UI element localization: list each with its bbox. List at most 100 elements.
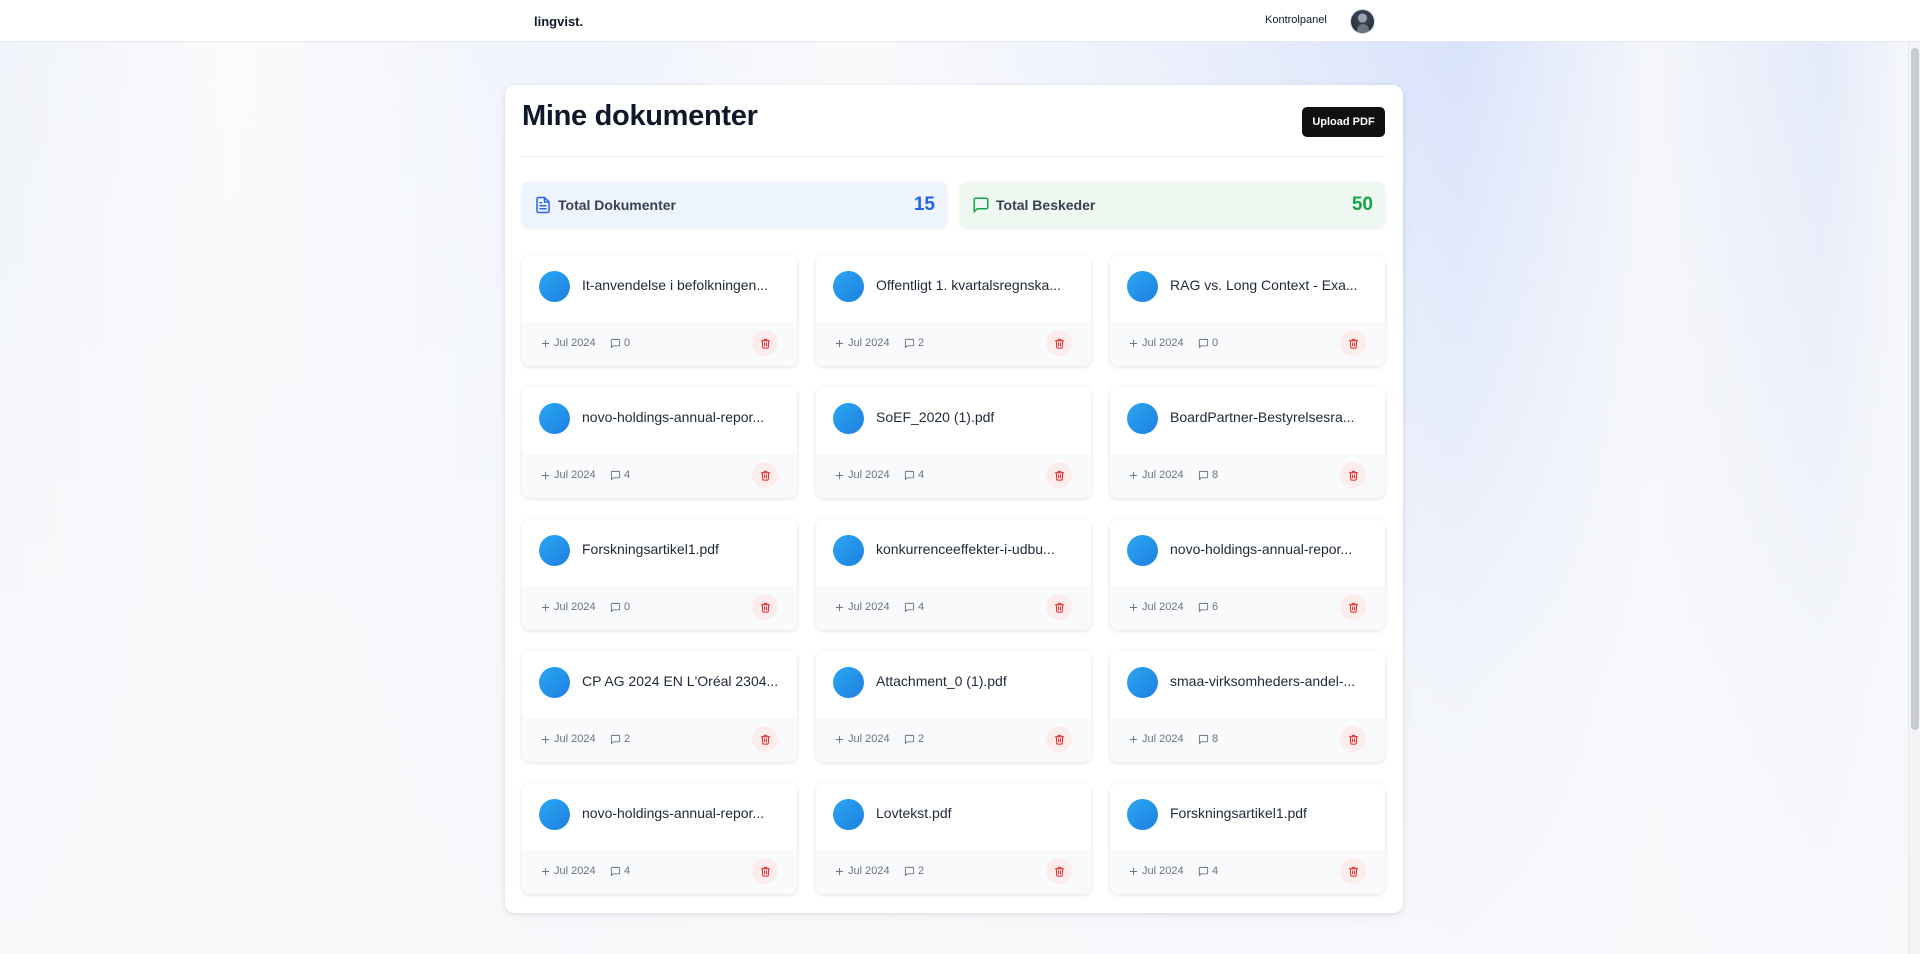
plus-icon	[1129, 471, 1138, 479]
card-header: smaa-virksomheders-andel-...	[1110, 651, 1385, 718]
document-message-count: 4	[1198, 865, 1218, 877]
document-date: Jul 2024	[1128, 337, 1184, 349]
delete-document-button[interactable]	[752, 858, 778, 884]
document-card[interactable]: konkurrenceeffekter-i-udbu... Jul 2024 4	[816, 519, 1091, 630]
trash-icon	[1348, 470, 1358, 481]
card-header: It-anvendelse i befolkningen...	[522, 255, 797, 322]
document-card[interactable]: smaa-virksomheders-andel-... Jul 2024 8	[1110, 651, 1385, 762]
document-date: Jul 2024	[834, 601, 890, 613]
document-message-count: 4	[904, 469, 924, 481]
page-title: Mine dokumenter	[522, 100, 758, 132]
message-count-text: 4	[624, 865, 631, 877]
trash-icon	[1054, 602, 1064, 613]
document-title: novo-holdings-annual-repor...	[582, 805, 765, 821]
date-text: Jul 2024	[1142, 601, 1184, 613]
document-card[interactable]: Lovtekst.pdf Jul 2024 2	[816, 783, 1091, 894]
upload-pdf-button[interactable]: Upload PDF	[1302, 107, 1385, 137]
date-text: Jul 2024	[554, 865, 596, 877]
header-divider	[522, 156, 1385, 157]
document-card[interactable]: RAG vs. Long Context - Exa... Jul 2024 0	[1110, 255, 1385, 366]
plus-icon	[835, 735, 844, 743]
page-scrollbar[interactable]	[1908, 42, 1920, 954]
delete-document-button[interactable]	[1046, 462, 1072, 488]
document-date: Jul 2024	[540, 469, 596, 481]
card-header: SoEF_2020 (1).pdf	[816, 387, 1091, 454]
document-title: konkurrenceeffekter-i-udbu...	[876, 541, 1055, 557]
delete-document-button[interactable]	[1046, 594, 1072, 620]
document-message-count: 2	[610, 733, 630, 745]
delete-document-button[interactable]	[1340, 330, 1366, 356]
document-message-count: 8	[1198, 733, 1218, 745]
document-date: Jul 2024	[834, 469, 890, 481]
delete-document-button[interactable]	[1046, 858, 1072, 884]
date-text: Jul 2024	[848, 469, 890, 481]
document-message-count: 6	[1198, 601, 1218, 613]
nav-link-dashboard[interactable]: Kontrolpanel	[1265, 14, 1327, 26]
message-count-text: 0	[624, 601, 631, 613]
document-card[interactable]: SoEF_2020 (1).pdf Jul 2024 4	[816, 387, 1091, 498]
delete-document-button[interactable]	[1046, 330, 1072, 356]
document-date: Jul 2024	[540, 733, 596, 745]
date-text: Jul 2024	[1142, 733, 1184, 745]
document-card[interactable]: novo-holdings-annual-repor... Jul 2024 4	[522, 783, 797, 894]
document-card[interactable]: It-anvendelse i befolkningen... Jul 2024…	[522, 255, 797, 366]
plus-icon	[835, 471, 844, 479]
trash-icon	[1348, 734, 1358, 745]
document-message-count: 0	[610, 337, 630, 349]
document-message-count: 2	[904, 865, 924, 877]
delete-document-button[interactable]	[1340, 858, 1366, 884]
document-card[interactable]: CP AG 2024 EN L'Oréal 2304... Jul 2024 2	[522, 651, 797, 762]
stat-label: Total Beskeder	[996, 197, 1096, 213]
date-text: Jul 2024	[554, 733, 596, 745]
file-text-icon	[536, 196, 550, 214]
document-title: SoEF_2020 (1).pdf	[876, 409, 995, 425]
document-card[interactable]: Offentligt 1. kvartalsregnska... Jul 202…	[816, 255, 1091, 366]
trash-icon	[760, 470, 770, 481]
message-square-icon	[904, 470, 915, 480]
message-square-icon	[1198, 866, 1209, 876]
trash-icon	[1348, 338, 1358, 349]
message-count-text: 2	[918, 337, 925, 349]
document-title: smaa-virksomheders-andel-...	[1170, 673, 1356, 689]
trash-icon	[760, 866, 770, 877]
document-date: Jul 2024	[1128, 469, 1184, 481]
date-text: Jul 2024	[554, 469, 596, 481]
card-footer: Jul 2024 6	[1110, 586, 1385, 630]
message-square-icon	[904, 866, 915, 876]
date-text: Jul 2024	[554, 601, 596, 613]
document-date: Jul 2024	[1128, 733, 1184, 745]
message-count-text: 0	[1212, 337, 1219, 349]
trash-icon	[760, 602, 770, 613]
message-square-icon	[1198, 470, 1209, 480]
scrollbar-thumb[interactable]	[1911, 48, 1919, 730]
plus-icon	[541, 735, 550, 743]
delete-document-button[interactable]	[1046, 726, 1072, 752]
stat-total-documents: Total Dokumenter 15	[522, 182, 947, 228]
message-square-icon	[973, 197, 989, 213]
card-header: Attachment_0 (1).pdf	[816, 651, 1091, 718]
delete-document-button[interactable]	[752, 726, 778, 752]
document-title: Attachment_0 (1).pdf	[876, 673, 1007, 689]
plus-icon	[1129, 867, 1138, 875]
card-header: Forskningsartikel1.pdf	[522, 519, 797, 586]
document-card[interactable]: Forskningsartikel1.pdf Jul 2024 4	[1110, 783, 1385, 894]
user-avatar[interactable]	[1350, 9, 1375, 34]
document-title: It-anvendelse i befolkningen...	[582, 277, 769, 293]
document-card[interactable]: novo-holdings-annual-repor... Jul 2024 4	[522, 387, 797, 498]
delete-document-button[interactable]	[752, 594, 778, 620]
plus-icon	[541, 603, 550, 611]
message-count-text: 0	[624, 337, 631, 349]
document-card[interactable]: Attachment_0 (1).pdf Jul 2024 2	[816, 651, 1091, 762]
delete-document-button[interactable]	[1340, 726, 1366, 752]
delete-document-button[interactable]	[752, 462, 778, 488]
message-count-text: 8	[1212, 733, 1219, 745]
document-card[interactable]: Forskningsartikel1.pdf Jul 2024 0	[522, 519, 797, 630]
delete-document-button[interactable]	[1340, 594, 1366, 620]
app-logo[interactable]: lingvist.	[534, 14, 583, 29]
stat-total-messages: Total Beskeder 50	[960, 182, 1385, 228]
document-card[interactable]: BoardPartner-Bestyrelsesra... Jul 2024 8	[1110, 387, 1385, 498]
delete-document-button[interactable]	[1340, 462, 1366, 488]
delete-document-button[interactable]	[752, 330, 778, 356]
card-header: BoardPartner-Bestyrelsesra...	[1110, 387, 1385, 454]
document-card[interactable]: novo-holdings-annual-repor... Jul 2024 6	[1110, 519, 1385, 630]
